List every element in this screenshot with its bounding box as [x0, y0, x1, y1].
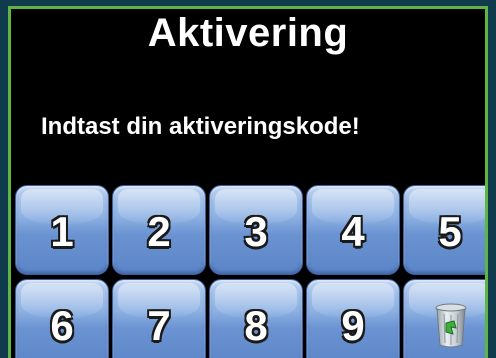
key-label: 7	[147, 302, 171, 349]
key-5-button[interactable]: 5	[403, 185, 485, 275]
page-title: Aktivering	[147, 11, 349, 55]
key-label: 1	[50, 208, 74, 255]
key-label: 4	[341, 208, 365, 255]
key-8-button[interactable]: 8	[209, 279, 303, 358]
key-label: 8	[244, 302, 268, 349]
delete-button[interactable]	[403, 279, 485, 358]
key-label: 3	[244, 208, 268, 255]
key-9-button[interactable]: 9	[306, 279, 400, 358]
key-label: 9	[341, 302, 365, 349]
key-2-button[interactable]: 2	[112, 185, 206, 275]
activation-screen: Aktivering Indtast din aktiveringskode! …	[8, 6, 488, 358]
key-label: 5	[438, 208, 462, 255]
key-1-button[interactable]: 1	[15, 185, 109, 275]
key-label: 2	[147, 208, 171, 255]
key-6-button[interactable]: 6	[15, 279, 109, 358]
trash-icon	[435, 303, 467, 348]
key-7-button[interactable]: 7	[112, 279, 206, 358]
key-label: 6	[50, 302, 74, 349]
key-4-button[interactable]: 4	[306, 185, 400, 275]
key-3-button[interactable]: 3	[209, 185, 303, 275]
activation-prompt: Indtast din aktiveringskode!	[41, 113, 360, 140]
